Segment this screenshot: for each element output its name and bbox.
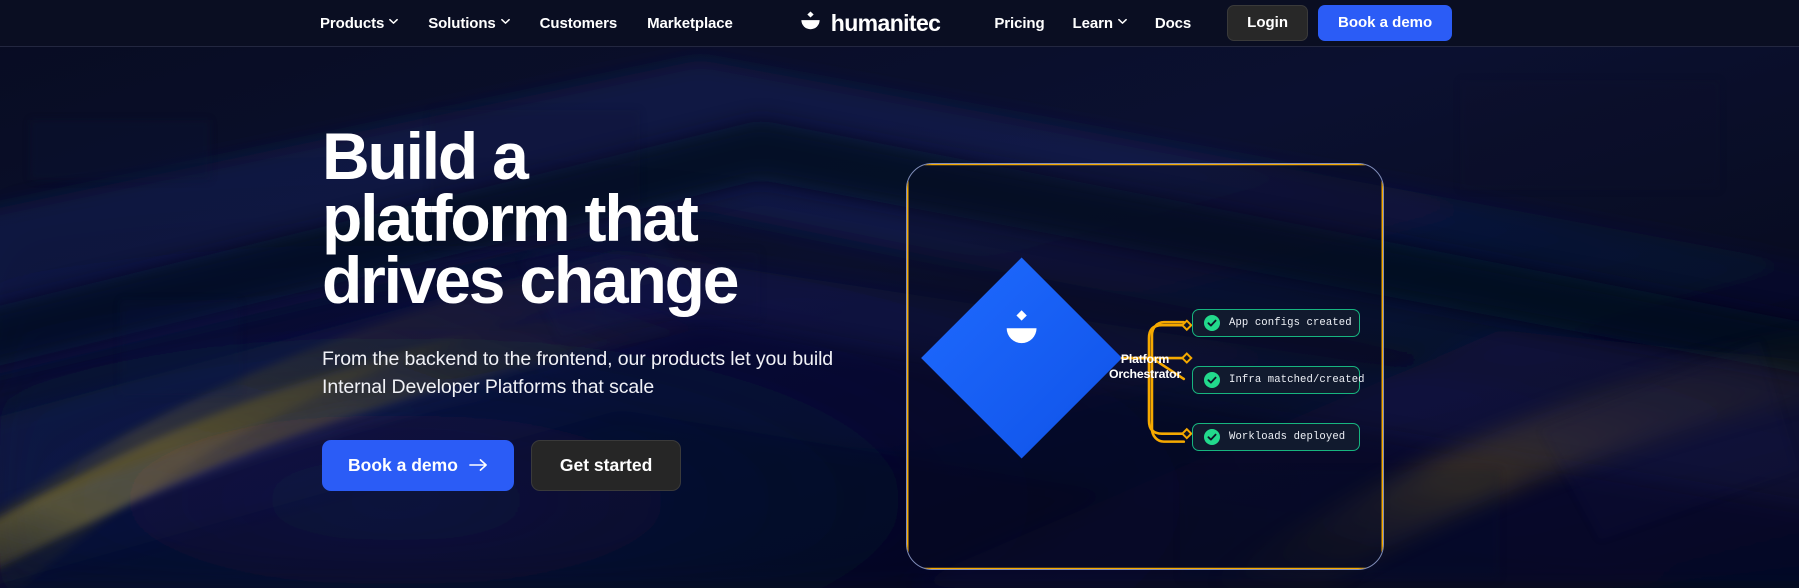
humanitec-logo[interactable]: humanitec bbox=[797, 11, 941, 35]
nav-secondary-links: Pricing Learn Docs Login Book a demo bbox=[994, 4, 1453, 42]
nav-item-products[interactable]: Products bbox=[320, 14, 399, 32]
nav-primary-links: Products Solutions Customers Marketplace bbox=[320, 16, 733, 31]
chevron-down-icon bbox=[1118, 18, 1127, 27]
hero-subheading: From the backend to the frontend, our pr… bbox=[322, 348, 834, 399]
nav-item-customers-label: Customers bbox=[539, 14, 618, 32]
hero-section: Build a platform that drives change From… bbox=[0, 47, 1799, 588]
status-chip-infra-matched[interactable]: Infra matched/created bbox=[1192, 366, 1365, 394]
login-button[interactable]: Login bbox=[1227, 4, 1308, 42]
nav-item-docs[interactable]: Docs bbox=[1155, 16, 1191, 31]
hero-visual: Platform Orchestrator App configs create… bbox=[900, 47, 1799, 588]
chevron-down-icon bbox=[389, 18, 399, 27]
nav-action-buttons: Login Book a demo bbox=[1227, 4, 1453, 42]
status-chip-label: App configs created bbox=[1229, 317, 1352, 329]
nav-item-pricing-label: Pricing bbox=[994, 14, 1045, 32]
page-title: Build a platform that drives change bbox=[322, 119, 739, 318]
book-a-demo-button[interactable]: Book a demo bbox=[322, 439, 514, 491]
nav-item-customers[interactable]: Customers bbox=[539, 14, 618, 32]
nav-book-a-demo-button[interactable]: Book a demo bbox=[1318, 4, 1453, 42]
nav-item-solutions[interactable]: Solutions bbox=[428, 14, 510, 32]
nav-item-solutions-label: Solutions bbox=[428, 14, 496, 32]
nav-item-marketplace[interactable]: Marketplace bbox=[647, 16, 733, 31]
status-chip-label: Workloads deployed bbox=[1229, 431, 1346, 443]
chevron-down-icon bbox=[500, 18, 510, 27]
get-started-button[interactable]: Get started bbox=[530, 439, 682, 491]
orchestrator-diagram-card: Platform Orchestrator App configs create… bbox=[906, 163, 1384, 570]
status-chip-label: Infra matched/created bbox=[1229, 374, 1365, 386]
status-chip-workloads-deployed[interactable]: Workloads deployed bbox=[1192, 423, 1360, 451]
check-circle-icon bbox=[1204, 372, 1220, 388]
nav-item-pricing[interactable]: Pricing bbox=[994, 16, 1044, 31]
nav-item-products-label: Products bbox=[320, 14, 385, 32]
humanitec-logo-text: humanitec bbox=[830, 9, 941, 36]
hero-copy: Build a platform that drives change From… bbox=[0, 47, 900, 588]
humanitec-smile-logo-icon bbox=[801, 11, 820, 30]
nav-item-learn-label: Learn bbox=[1072, 14, 1113, 32]
main-navbar: Products Solutions Customers Marketplace bbox=[0, 0, 1799, 47]
arrow-right-icon bbox=[469, 459, 487, 472]
nav-item-docs-label: Docs bbox=[1154, 14, 1192, 32]
nav-item-marketplace-label: Marketplace bbox=[647, 14, 733, 32]
book-a-demo-label: Book a demo bbox=[348, 454, 458, 475]
nav-item-learn[interactable]: Learn bbox=[1073, 16, 1127, 31]
check-circle-icon bbox=[1204, 429, 1220, 445]
status-chip-app-configs[interactable]: App configs created bbox=[1192, 309, 1360, 337]
hero-cta-row: Book a demo Get started bbox=[322, 439, 900, 491]
check-circle-icon bbox=[1204, 315, 1220, 331]
